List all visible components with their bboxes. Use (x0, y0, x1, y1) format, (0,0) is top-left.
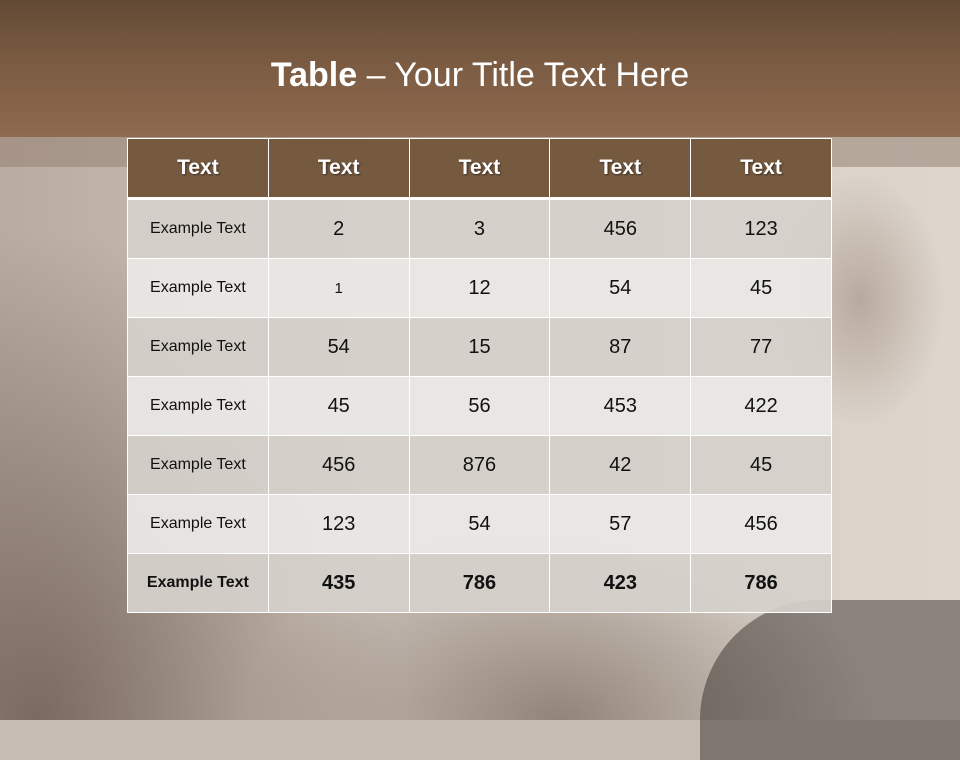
table-header-cell: Text (267, 138, 410, 200)
table-cell: 12 (408, 258, 551, 318)
table-header-cell: Text (127, 138, 269, 200)
table-cell-label: Example Text (127, 494, 269, 554)
slide-title: Table – Your Title Text Here (0, 52, 960, 98)
table-cell: 3 (408, 198, 551, 259)
table-cell: 77 (690, 317, 832, 377)
table-cell-label: Example Text (127, 198, 269, 259)
table-header-cell: Text (690, 138, 832, 200)
table-cell: 1 (267, 258, 410, 318)
table-row: Example Text 2 3 456 123 (127, 198, 832, 259)
table-cell-label: Example Text (127, 317, 269, 377)
table-cell-label: Example Text (127, 376, 269, 436)
table-cell: 45 (690, 435, 832, 495)
table-cell: 786 (690, 553, 832, 613)
table-cell: 123 (690, 198, 832, 259)
table-cell: 54 (549, 258, 692, 318)
table-cell: 57 (549, 494, 692, 554)
table-cell-label: Example Text (127, 553, 269, 613)
table-total-row: Example Text 435 786 423 786 (127, 553, 832, 613)
table-cell: 456 (549, 198, 692, 259)
table-cell: 423 (549, 553, 692, 613)
table-row: Example Text 45 56 453 422 (127, 376, 832, 436)
table-header-cell: Text (408, 138, 551, 200)
data-table: Text Text Text Text Text Example Text 2 … (127, 138, 832, 613)
table-cell: 453 (549, 376, 692, 436)
table-cell: 876 (408, 435, 551, 495)
table-row: Example Text 456 876 42 45 (127, 435, 832, 495)
table-cell: 456 (690, 494, 832, 554)
table-cell: 45 (690, 258, 832, 318)
table-cell: 123 (267, 494, 410, 554)
table-row: Example Text 54 15 87 77 (127, 317, 832, 377)
table-cell: 45 (267, 376, 410, 436)
table-row: Example Text 123 54 57 456 (127, 494, 832, 554)
table-cell: 422 (690, 376, 832, 436)
table-row: Example Text 1 12 54 45 (127, 258, 832, 318)
table-cell-label: Example Text (127, 258, 269, 318)
table-cell-label: Example Text (127, 435, 269, 495)
slide-title-rest: – Your Title Text Here (357, 56, 690, 94)
table-cell: 786 (408, 553, 551, 613)
slide-title-bold: Table (270, 56, 358, 94)
table-cell: 456 (267, 435, 410, 495)
table-cell: 87 (549, 317, 692, 377)
table-cell: 435 (267, 553, 410, 613)
table-cell: 54 (408, 494, 551, 554)
table-header-row: Text Text Text Text Text (127, 138, 832, 200)
table-cell: 42 (549, 435, 692, 495)
table-header-cell: Text (549, 138, 692, 200)
table-cell: 56 (408, 376, 551, 436)
table-cell: 2 (267, 198, 410, 259)
table-cell: 54 (267, 317, 410, 377)
table-cell: 15 (408, 317, 551, 377)
